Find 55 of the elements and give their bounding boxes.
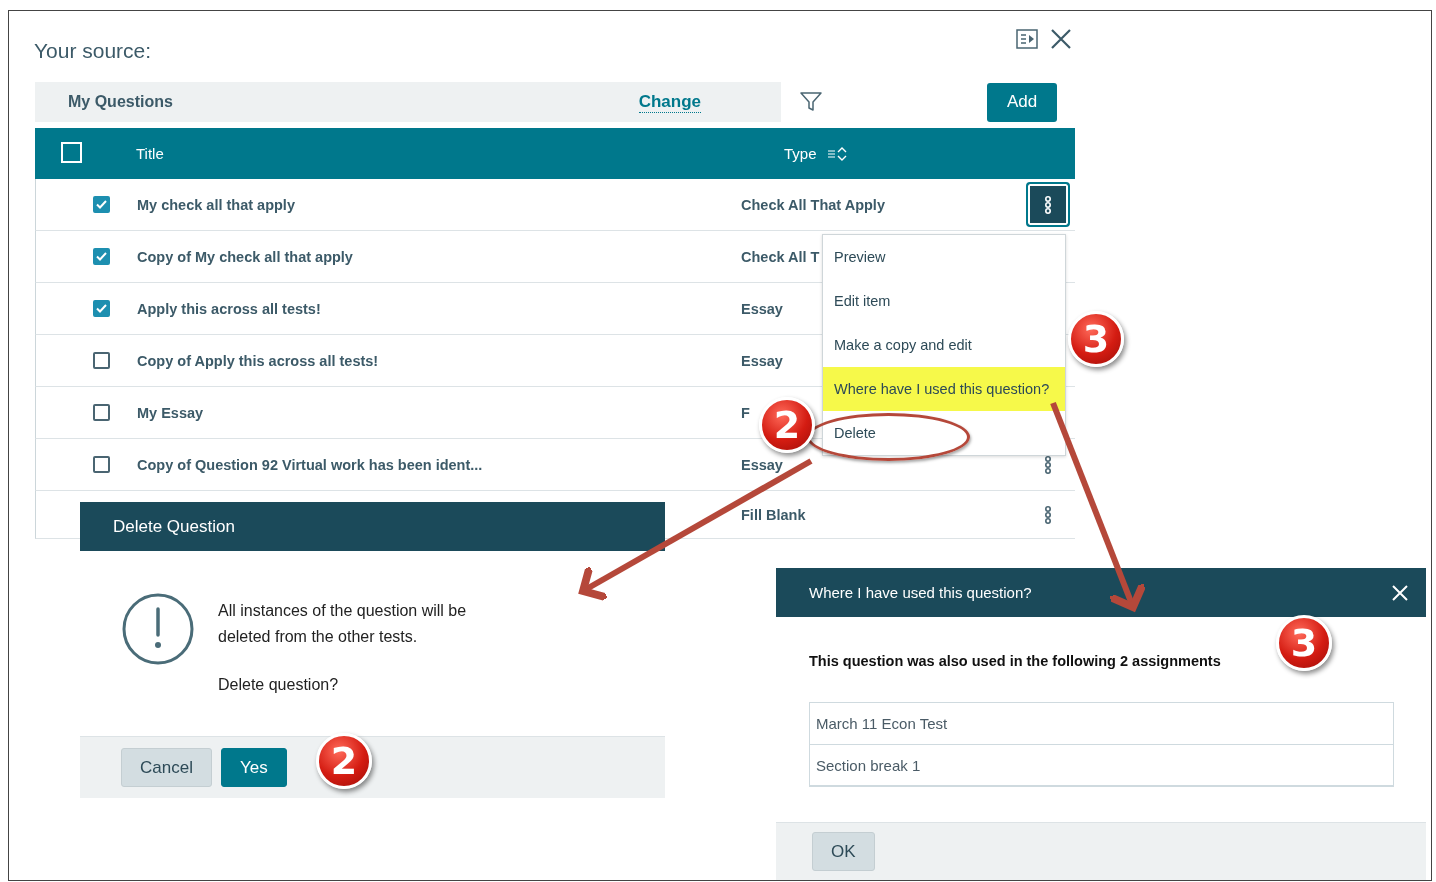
assignment-item: March 11 Econ Test xyxy=(815,714,949,734)
row-checkbox[interactable] xyxy=(92,456,110,473)
column-header: Title xyxy=(136,145,165,162)
change-link[interactable]: Change xyxy=(638,91,701,113)
row-checkbox[interactable] xyxy=(92,196,110,213)
row-checkbox[interactable] xyxy=(92,248,110,265)
sort-icon[interactable] xyxy=(826,145,847,162)
question-type: F xyxy=(741,404,750,421)
question-title: Copy of My check all that apply xyxy=(137,248,353,265)
question-type: Fill Blank xyxy=(741,506,806,523)
filter-icon[interactable] xyxy=(800,92,822,112)
add-button[interactable]: Add xyxy=(987,82,1057,122)
row-checkbox[interactable] xyxy=(92,352,110,369)
question-type: Check All That Apply xyxy=(741,196,885,213)
checkmark-icon xyxy=(95,200,107,209)
assignment-item: Section break 1 xyxy=(810,744,1393,785)
question-title: Copy of Apply this across all tests! xyxy=(137,352,379,369)
dialog-title: Where I have used this question? xyxy=(809,584,1032,601)
warning-icon xyxy=(122,593,194,665)
menu-item[interactable]: Make a copy and edit xyxy=(823,323,1065,367)
more-icon xyxy=(1045,455,1051,474)
menu-item[interactable]: Edit item xyxy=(823,279,1065,323)
cancel-button[interactable]: Cancel xyxy=(121,748,212,787)
menu-item[interactable]: Delete xyxy=(823,411,1065,455)
row-checkbox[interactable] xyxy=(92,300,110,317)
question-type: Essay xyxy=(741,352,783,369)
dialog-title: Delete Question xyxy=(113,516,235,537)
panel-title: Your source: xyxy=(34,39,152,63)
dialog-message: All instances of the question will be deleted from the other tests. xyxy=(218,601,468,647)
question-title: My check all that apply xyxy=(137,196,295,213)
question-title: Apply this across all tests! xyxy=(137,300,321,317)
column-header: Type xyxy=(784,145,817,162)
question-type: Essay xyxy=(741,300,783,317)
more-icon xyxy=(1045,195,1051,214)
question-type: Check All T xyxy=(741,248,820,265)
close-icon[interactable] xyxy=(1050,28,1072,50)
menu-item[interactable]: Where have I used this question? xyxy=(823,367,1065,411)
step-badge: 3 xyxy=(1068,311,1124,367)
source-label: My Questions xyxy=(68,93,173,111)
row-checkbox[interactable] xyxy=(92,404,110,421)
dialog-question: Delete question? xyxy=(218,676,340,694)
question-title: My Essay xyxy=(137,404,204,421)
menu-item[interactable]: Preview xyxy=(823,235,1065,279)
question-type: Essay xyxy=(741,456,783,473)
ok-button[interactable]: OK xyxy=(812,832,875,871)
confirm-button[interactable]: Yes xyxy=(220,748,287,787)
more-icon xyxy=(1045,505,1051,524)
step-badge: 2 xyxy=(759,397,815,453)
checkmark-icon xyxy=(95,252,107,261)
select-all-checkbox[interactable] xyxy=(61,141,82,163)
checkmark-icon xyxy=(95,304,107,313)
row-menu-button[interactable] xyxy=(1026,182,1070,227)
panel-toggle-icon[interactable] xyxy=(1016,29,1038,49)
question-title: Copy of Question 92 Virtual work has been ident... xyxy=(137,456,483,473)
usage-summary: This question was also used in the following 2 assignments xyxy=(809,653,1222,669)
